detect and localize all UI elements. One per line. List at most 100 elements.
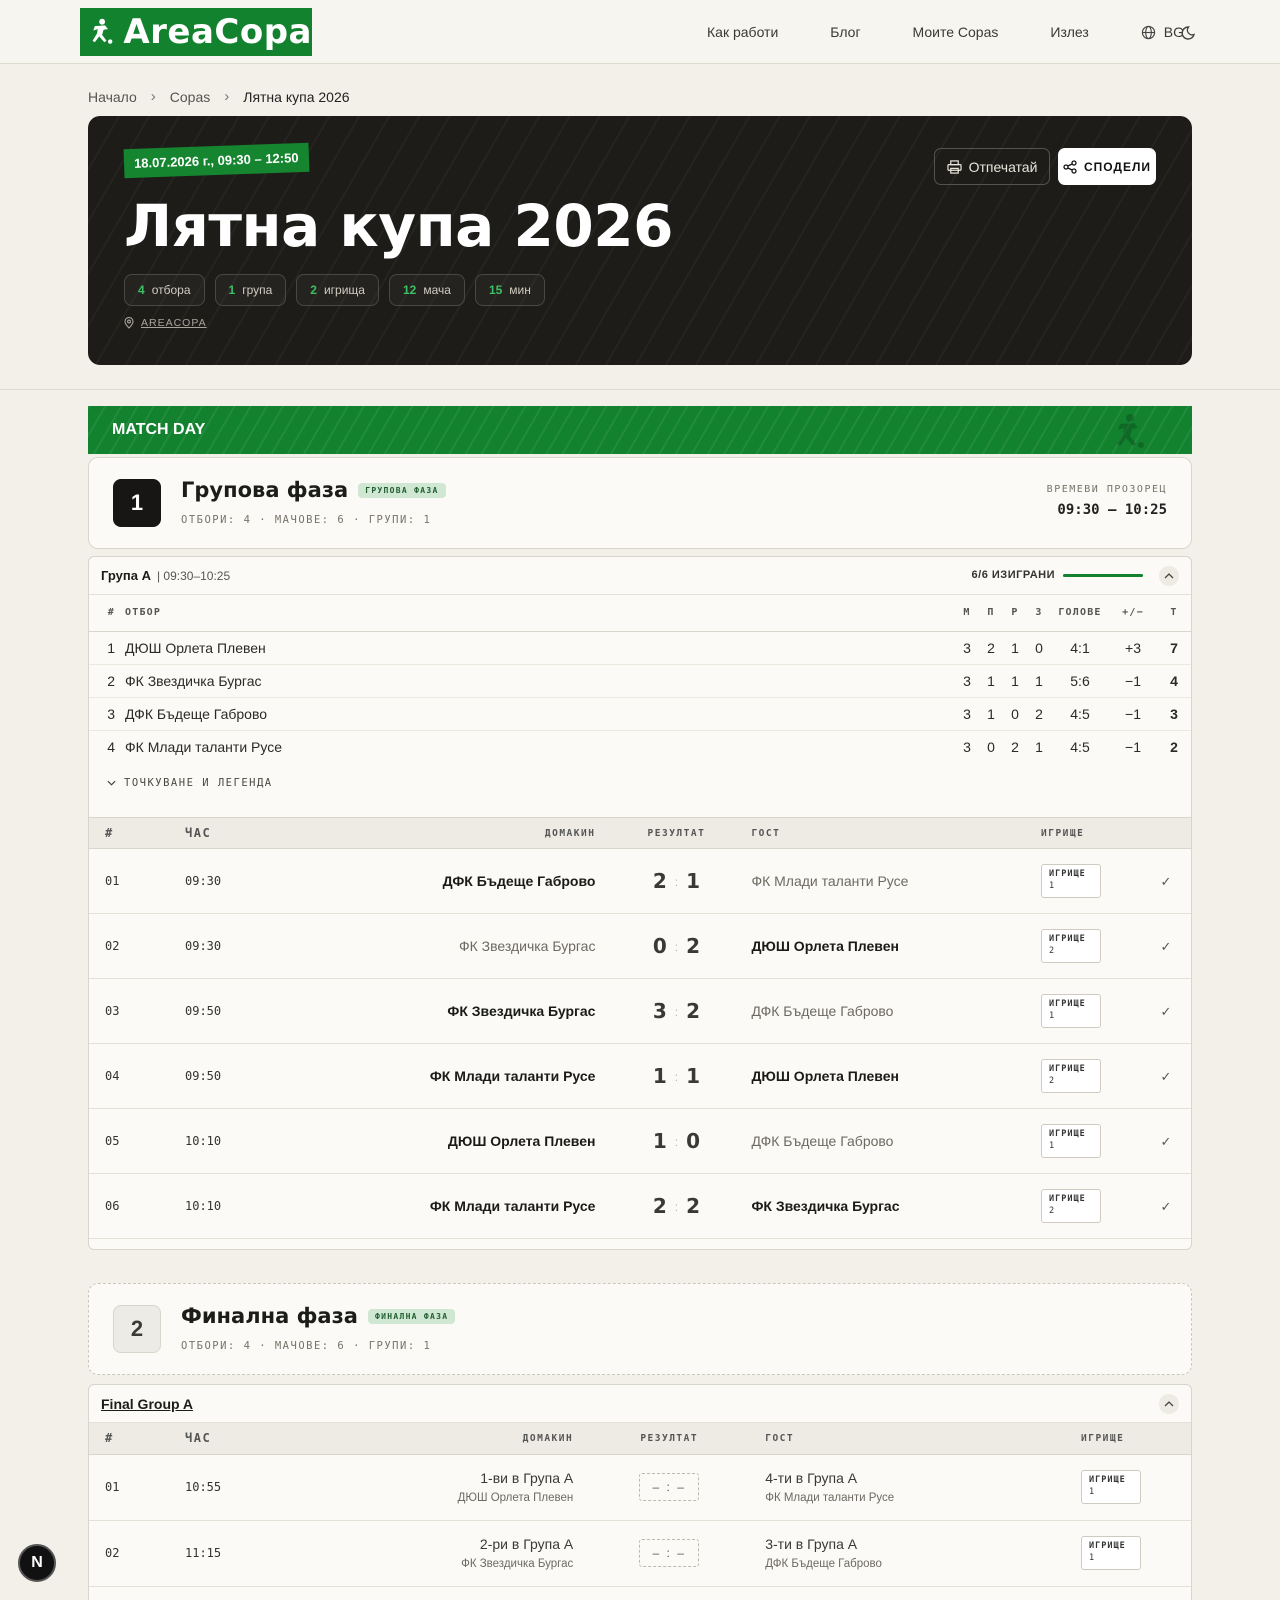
away-team[interactable]: ДФК Бъдеще Габрово — [751, 1003, 893, 1019]
status-cell: ✓ — [1141, 1108, 1191, 1174]
match-row[interactable]: 01 10:55 1-ви в Група A ДЮШ Орлета Плевен – … — [89, 1454, 1191, 1521]
phase-title: Финална фаза — [181, 1304, 358, 1328]
match-row[interactable]: 02 09:30 ФК Звездичка Бургас 0:2 ДЮШ Орлета … — [89, 913, 1191, 979]
court-cell: ИГРИЩЕ 2 — [1041, 1173, 1141, 1239]
away-team[interactable]: ДЮШ Орлета Плевен — [751, 1068, 899, 1084]
away-team-cell: ДЮШ Орлета Плевен — [751, 913, 1041, 979]
print-button[interactable]: Отпечатай — [934, 148, 1050, 185]
match-time: 10:10 — [185, 1173, 285, 1239]
away-team[interactable]: ДФК Бъдеще Габрово — [751, 1133, 893, 1149]
court-cell: ИГРИЩЕ 1 — [1081, 1520, 1191, 1587]
venue-link[interactable]: AREACOPA — [141, 317, 207, 329]
played: 3 — [963, 738, 971, 755]
col-status — [1141, 817, 1191, 849]
standings-row[interactable]: 1 ДЮШ Орлета Плевен 3 2 1 0 4:1 +3 7 — [89, 631, 1191, 665]
away-score: 2 — [686, 934, 701, 958]
home-team[interactable]: ДЮШ Орлета Плевен — [448, 1133, 596, 1149]
home-team-cell: ДЮШ Орлета Плевен — [285, 1108, 602, 1174]
away-team[interactable]: ДЮШ Орлета Плевен — [751, 938, 899, 954]
stat-value: 4 — [138, 283, 145, 297]
match-result: 1:0 — [601, 1108, 752, 1174]
home-team[interactable]: ФК Млади таланти Русе — [430, 1198, 596, 1214]
away-team[interactable]: ФК Звездичка Бургас — [751, 1198, 899, 1214]
stat-chips: 4 отбора 1 група 2 игрища 12 мача 15 мин — [124, 274, 545, 306]
match-row[interactable]: 03 09:50 ФК Звездичка Бургас 3:2 ДФК Бъдеще … — [89, 978, 1191, 1044]
group-header: Група A | 09:30–10:25 6/6 ИЗИГРАНИ — [89, 557, 1191, 595]
group-header[interactable]: Final Group A — [89, 1385, 1191, 1423]
court-number: 2 — [1049, 1076, 1055, 1086]
soccer-player-icon — [92, 18, 113, 44]
match-row[interactable]: 02 11:15 2-ри в Група A ФК Звездичка Бургас… — [89, 1520, 1191, 1587]
nav-links: Как работи Блог Моите Copas Излез BG — [707, 0, 1184, 64]
away-slot: 3-ти в Група A — [765, 1536, 858, 1552]
collapse-button[interactable] — [1159, 566, 1179, 586]
logo[interactable]: AreaCopa — [80, 8, 312, 56]
standings-table: # ОТБОР М П Р З ГОЛОВЕ +/− Т 1 ДЮШ Орлет… — [89, 595, 1191, 763]
court-badge: ИГРИЩЕ 1 — [1081, 1536, 1141, 1570]
match-result: 3:2 — [601, 978, 752, 1044]
home-score: 2 — [652, 1194, 667, 1218]
played: 3 — [955, 631, 979, 665]
match-index: 06 — [89, 1173, 185, 1239]
language-switcher[interactable]: BG — [1141, 24, 1184, 40]
phase-meta: ОТБОРИ: 4 · МАЧОВЕ: 6 · ГРУПИ: 1 — [181, 514, 432, 526]
points: 2 — [1170, 738, 1178, 755]
legend-label: ТОЧКУВАНЕ И ЛЕГЕНДА — [124, 777, 273, 789]
court-badge: ИГРИЩЕ 1 — [1081, 1470, 1141, 1504]
away-team[interactable]: ФК Млади таланти Русе — [751, 873, 908, 889]
score-separator: : — [674, 1135, 679, 1149]
nav-logout[interactable]: Излез — [1050, 24, 1088, 40]
match-row[interactable]: 04 09:50 ФК Млади таланти Русе 1:1 ДЮШ Орлет… — [89, 1043, 1191, 1109]
status-cell: ✓ — [1141, 1173, 1191, 1239]
match-result: – : – — [619, 1520, 720, 1587]
away-score: 0 — [686, 1129, 701, 1153]
court-label: ИГРИЩЕ — [1049, 1194, 1086, 1204]
home-team[interactable]: ДФК Бъдеще Габрово — [443, 873, 596, 889]
home-team[interactable]: ФК Звездичка Бургас — [447, 1003, 595, 1019]
check-icon: ✓ — [1160, 1003, 1172, 1019]
stat-value: 12 — [402, 283, 417, 297]
nav-how-it-works[interactable]: Как работи — [707, 24, 778, 40]
home-score: 0 — [652, 934, 667, 958]
check-icon: ✓ — [1160, 873, 1172, 889]
group-name: Final Group A — [101, 1395, 194, 1412]
matchday-label: MATCH DAY — [112, 421, 206, 438]
standings-row[interactable]: 2 ФК Звездичка Бургас 3 1 1 1 5:6 −1 4 — [89, 664, 1191, 698]
share-button[interactable]: СПОДЕЛИ — [1058, 148, 1156, 185]
standings-row[interactable]: 4 ФК Млади таланти Русе 3 0 2 1 4:5 −1 2 — [89, 730, 1191, 763]
col-result: РЕЗУЛТАТ — [619, 1423, 720, 1455]
court-badge: ИГРИЩЕ 1 — [1041, 1124, 1101, 1158]
match-row[interactable]: 06 10:10 ФК Млади таланти Русе 2:2 ФК Звезди… — [89, 1173, 1191, 1239]
print-label: Отпечатай — [968, 158, 1038, 175]
goals: 5:6 — [1051, 664, 1109, 698]
group-name: Група A — [101, 568, 151, 583]
home-team[interactable]: ФК Звездичка Бургас — [459, 938, 596, 954]
breadcrumb-copas[interactable]: Copas — [170, 89, 210, 105]
moon-icon[interactable] — [1180, 22, 1200, 42]
chevron-up-icon — [1164, 573, 1174, 579]
breadcrumb-home[interactable]: Начало — [88, 89, 137, 105]
chevron-right-icon: › — [150, 88, 156, 105]
drawn: 1 — [1003, 664, 1027, 698]
court-label: ИГРИЩЕ — [1049, 1129, 1086, 1139]
printer-icon — [946, 159, 962, 174]
dev-tools-badge[interactable]: N — [18, 1544, 56, 1582]
legend-toggle[interactable]: ТОЧКУВАНЕ И ЛЕГЕНДА — [89, 763, 1191, 803]
court-number: 1 — [1089, 1553, 1095, 1563]
col-diff: +/− — [1109, 595, 1157, 632]
phase-number: 1 — [113, 479, 161, 527]
nav-blog[interactable]: Блог — [830, 24, 860, 40]
time-window: ВРЕМЕВИ ПРОЗОРЕЦ 09:30 – 10:25 — [1047, 484, 1167, 518]
match-result: – : – — [619, 1454, 720, 1521]
group-time: | 09:30–10:25 — [156, 568, 231, 583]
check-icon: ✓ — [1160, 1198, 1172, 1214]
match-index: 01 — [89, 848, 185, 914]
standings-row[interactable]: 3 ДФК Бъдеще Габрово 3 1 0 2 4:5 −1 3 — [89, 697, 1191, 731]
collapse-button[interactable] — [1159, 1394, 1179, 1414]
match-row[interactable]: 01 09:30 ДФК Бъдеще Габрово 2:1 ФК Млади тал… — [89, 848, 1191, 914]
nav-my-copas[interactable]: Моите Copas — [913, 24, 999, 40]
match-row[interactable]: 05 10:10 ДЮШ Орлета Плевен 1:0 ДФК Бъдеще Га… — [89, 1108, 1191, 1174]
home-team[interactable]: ФК Млади таланти Русе — [430, 1068, 596, 1084]
away-team-cell: 3-ти в Група A ДФК Бъдеще Габрово — [719, 1520, 1081, 1587]
away-score: 1 — [686, 869, 701, 893]
